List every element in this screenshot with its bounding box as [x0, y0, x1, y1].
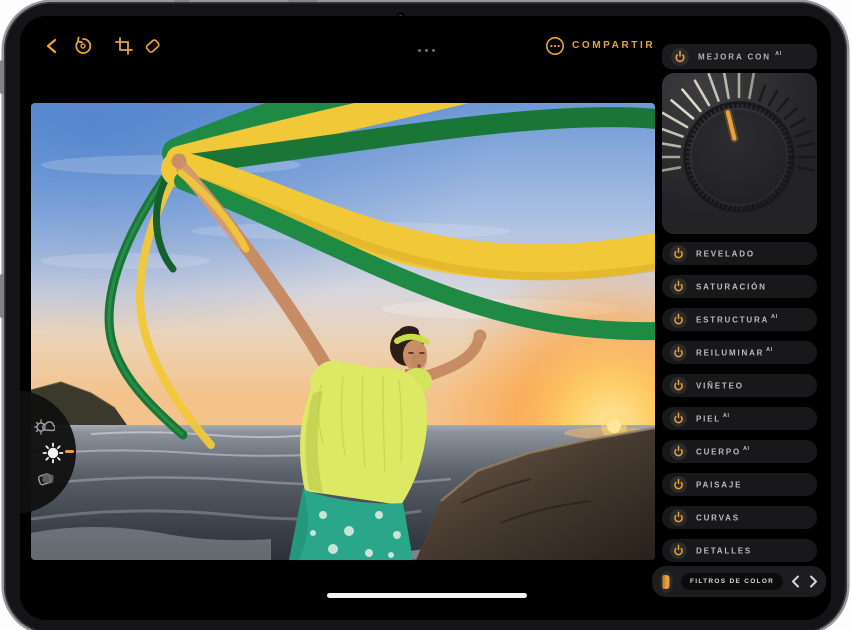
enhance-title: MEJORA CON AI: [698, 52, 782, 62]
enhance-dial-panel[interactable]: [662, 73, 817, 234]
power-toggle-icon[interactable]: [670, 443, 687, 460]
multitask-dots-icon[interactable]: [418, 49, 435, 52]
power-toggle-icon[interactable]: [670, 377, 687, 394]
enhance-panel-header[interactable]: MEJORA CON AI: [662, 44, 817, 69]
screenshot-root: COMPARTIR: [0, 0, 851, 630]
power-toggle-icon[interactable]: [670, 344, 687, 361]
adjustment-row[interactable]: REILUMINAR AI: [662, 341, 817, 364]
adjustment-row[interactable]: ESTRUCTURA AI: [662, 308, 817, 331]
volume-button-top: [288, 0, 318, 2]
adjustment-sup: AI: [741, 446, 750, 452]
power-toggle-icon[interactable]: [670, 542, 687, 559]
adjustment-row[interactable]: CUERPO AI: [662, 440, 817, 463]
adjustment-label: CUERPO: [696, 447, 741, 456]
adjustment-label: PIEL: [696, 414, 721, 423]
home-indicator[interactable]: [327, 593, 527, 598]
power-toggle-icon[interactable]: [671, 48, 689, 66]
photo-canvas[interactable]: [31, 103, 655, 560]
adjustment-label: ESTRUCTURA: [696, 315, 769, 324]
crop-icon[interactable]: [113, 35, 135, 57]
power-toggle-icon[interactable]: [670, 476, 687, 493]
power-toggle-icon[interactable]: [670, 311, 687, 328]
power-toggle-icon[interactable]: [670, 278, 687, 295]
brightness-icon[interactable]: [41, 441, 65, 465]
photo-illustration: [31, 103, 655, 560]
adjustment-row[interactable]: DETALLES: [662, 539, 817, 562]
side-button-lower: [0, 274, 4, 318]
adjustment-row[interactable]: PAISAJE: [662, 473, 817, 496]
eraser-icon[interactable]: [141, 35, 163, 57]
color-filters-bar: FILTROS DE COLOR: [652, 566, 826, 597]
chevron-left-icon[interactable]: [791, 573, 800, 591]
adjustment-row[interactable]: CURVAS: [662, 506, 817, 529]
adjustment-label: SATURACIÓN: [696, 282, 767, 291]
adjustment-label: REVELADO: [696, 249, 755, 258]
active-tool-indicator: [65, 450, 74, 453]
color-filters-icon[interactable]: [34, 467, 58, 491]
undo-icon[interactable]: [72, 35, 94, 57]
adjustment-row[interactable]: REVELADO: [662, 242, 817, 265]
adjustment-label: PAISAJE: [696, 480, 742, 489]
share-button[interactable]: COMPARTIR: [572, 40, 655, 51]
power-toggle-icon[interactable]: [670, 245, 687, 262]
adjustment-row[interactable]: SATURACIÓN: [662, 275, 817, 298]
auto-enhance-icon[interactable]: [32, 416, 56, 440]
adjustment-sup: AI: [769, 314, 778, 320]
adjustment-label: VIÑETEO: [696, 381, 744, 390]
adjustment-sup: AI: [721, 413, 730, 419]
filters-label-pill[interactable]: FILTROS DE COLOR: [681, 573, 783, 590]
back-icon[interactable]: [41, 35, 63, 57]
more-ellipsis-icon[interactable]: [544, 35, 566, 57]
adjustment-sup: AI: [764, 347, 773, 353]
chevron-right-icon[interactable]: [809, 573, 818, 591]
adjustment-row[interactable]: VIÑETEO: [662, 374, 817, 397]
adjustment-row[interactable]: PIEL AI: [662, 407, 817, 430]
adjustment-label: DETALLES: [696, 546, 752, 555]
adjustment-label: REILUMINAR: [696, 348, 764, 357]
adjustment-label: CURVAS: [696, 513, 740, 522]
side-button-upper: [0, 60, 4, 94]
app-screen: COMPARTIR: [20, 16, 831, 620]
dial-knob[interactable]: [683, 101, 795, 213]
power-toggle-icon[interactable]: [670, 410, 687, 427]
ipad-device-frame: COMPARTIR: [4, 2, 847, 630]
top-button: [174, 0, 190, 2]
color-filter-icon[interactable]: [660, 571, 673, 593]
power-toggle-icon[interactable]: [670, 509, 687, 526]
